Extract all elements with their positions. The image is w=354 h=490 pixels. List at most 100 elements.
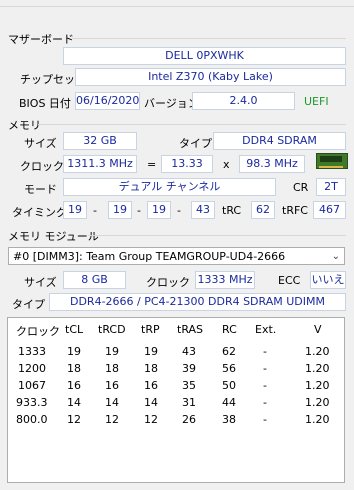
table-cell: 1200 [18, 362, 46, 375]
table-cell: 14 [105, 396, 119, 409]
memory-chip-icon [316, 153, 348, 169]
table-cell: 18 [67, 362, 81, 375]
module-size-label: サイズ [24, 276, 57, 289]
trfc-label: tRFC [282, 204, 308, 217]
motherboard-group-title: マザーボード [8, 33, 74, 46]
table-cell: 56 [222, 362, 236, 375]
chevron-down-icon: ⌄ [331, 251, 340, 262]
top-border [0, 0, 354, 7]
ecc-value: いいえ [310, 271, 346, 289]
table-cell: 16 [144, 379, 158, 392]
column-header-ext: Ext. [255, 323, 277, 336]
table-cell: 16 [105, 379, 119, 392]
table-cell: 16 [67, 379, 81, 392]
memory-type-label: タイプ [179, 137, 212, 150]
module-clock-label: クロック [146, 276, 190, 289]
column-header-voltage: V [314, 323, 322, 336]
timing-dash: - [93, 204, 97, 217]
column-header-trcd: tRCD [98, 323, 126, 336]
equals-sign: = [147, 158, 157, 171]
chipset-value: Intel Z370 (Kaby Lake) [75, 68, 346, 86]
table-cell: 39 [182, 362, 196, 375]
bios-version-value: 2.4.0 [192, 92, 295, 110]
column-header-tras: tRAS [177, 323, 204, 336]
column-header-trp: tRP [141, 323, 160, 336]
table-cell: 19 [105, 345, 119, 358]
column-header-rc: RC [222, 323, 237, 336]
memory-clock-label: クロック [20, 160, 64, 173]
table-cell: 38 [222, 413, 236, 426]
table-cell: - [263, 362, 267, 375]
table-cell: 19 [67, 345, 81, 358]
ecc-label: ECC [278, 274, 301, 287]
group-divider [88, 235, 346, 236]
table-cell: - [263, 345, 267, 358]
memory-multiplier: 13.33 [161, 155, 213, 173]
table-cell: - [263, 396, 267, 409]
table-cell: 12 [105, 413, 119, 426]
timing-dash: - [137, 204, 141, 217]
timing-label: タイミング [12, 206, 67, 219]
memory-bus-clock: 98.3 MHz [239, 155, 305, 173]
group-divider [72, 38, 346, 39]
table-cell: 35 [182, 379, 196, 392]
table-cell: 43 [182, 345, 196, 358]
trc-value: 62 [251, 201, 275, 219]
column-header-tcl: tCL [65, 323, 84, 336]
table-cell: 1.20 [305, 396, 330, 409]
memory-mode-label: モード [24, 183, 57, 196]
table-cell: 50 [222, 379, 236, 392]
table-cell: 14 [67, 396, 81, 409]
table-cell: 933.3 [16, 396, 48, 409]
timing-dash: - [177, 204, 181, 217]
memory-size-label: サイズ [24, 137, 57, 150]
group-divider [38, 124, 346, 125]
module-clock-value: 1333 MHz [195, 271, 255, 289]
uefi-label: UEFI [304, 95, 329, 108]
table-cell: 1.20 [305, 345, 330, 358]
table-cell: 62 [222, 345, 236, 358]
bios-version-label: バージョン [144, 97, 199, 110]
module-type-value: DDR4-2666 / PC4-21300 DDR4 SDRAM UDIMM [49, 293, 346, 311]
timing-tras: 43 [191, 201, 215, 219]
table-cell: 18 [105, 362, 119, 375]
cr-value: 2T [316, 178, 346, 196]
table-cell: 1.20 [305, 413, 330, 426]
module-select[interactable]: #0 [DIMM3]: Team Group TEAMGROUP-UD4-266… [8, 247, 345, 265]
memory-size-value: 32 GB [63, 132, 137, 150]
cr-label: CR [293, 181, 309, 194]
timing-trcd: 19 [108, 201, 132, 219]
table-cell: 800.0 [16, 413, 48, 426]
timing-trp: 19 [147, 201, 171, 219]
module-group-title: メモリ モジュール [8, 230, 99, 243]
table-cell: 12 [67, 413, 81, 426]
bios-date-value: 06/16/2020 [75, 92, 140, 110]
table-cell: 44 [222, 396, 236, 409]
trc-label: tRC [222, 204, 242, 217]
memory-clock-value: 1311.3 MHz [63, 155, 137, 173]
table-cell: 31 [182, 396, 196, 409]
table-cell: - [263, 413, 267, 426]
memory-group-title: メモリ [8, 119, 41, 132]
table-cell: 19 [144, 345, 158, 358]
motherboard-model: DELL 0PXWHK [63, 47, 346, 65]
table-cell: 1333 [18, 345, 46, 358]
module-type-label: タイプ [12, 298, 45, 311]
bios-date-label: BIOS 日付 [19, 97, 71, 110]
memory-mode-value: デュアル チャンネル [63, 178, 276, 196]
timing-table: クロック tCL tRCD tRP tRAS RC Ext. V 1333 19… [7, 317, 345, 483]
table-cell: 18 [144, 362, 158, 375]
table-cell: 12 [144, 413, 158, 426]
column-header-clock: クロック [16, 325, 60, 338]
module-select-value: #0 [DIMM3]: Team Group TEAMGROUP-UD4-266… [13, 250, 286, 263]
table-cell: 1.20 [305, 379, 330, 392]
timing-tcl: 19 [63, 201, 87, 219]
memory-type-value: DDR4 SDRAM [213, 132, 346, 150]
table-cell: 1.20 [305, 362, 330, 375]
trfc-value: 467 [313, 201, 346, 219]
table-cell: 14 [144, 396, 158, 409]
table-cell: - [263, 379, 267, 392]
module-size-value: 8 GB [63, 271, 126, 289]
times-sign: x [223, 158, 230, 171]
table-cell: 26 [182, 413, 196, 426]
